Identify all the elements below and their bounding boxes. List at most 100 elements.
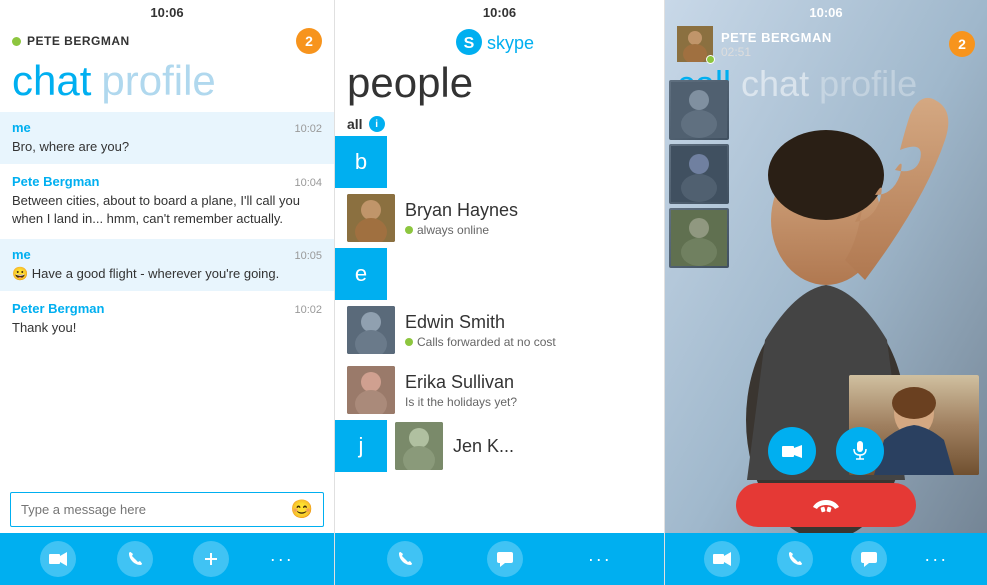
message-2: Pete Bergman 10:04 Between cities, about… [0, 166, 334, 236]
call-bottom-video[interactable] [704, 541, 740, 577]
call-bottom-chat[interactable] [851, 541, 887, 577]
message-input-row[interactable]: 😊 [10, 492, 324, 527]
messages-area: me 10:02 Bro, where are you? Pete Bergma… [0, 112, 334, 486]
call-online-dot [706, 55, 715, 64]
msg-time-1: 10:02 [294, 123, 322, 135]
msg-sender-2: Pete Bergman [12, 174, 99, 189]
contact-jen[interactable]: Jen K... [387, 420, 664, 472]
chat-time: 10:06 [150, 5, 183, 20]
edwin-name: Edwin Smith [405, 312, 652, 333]
erika-info: Erika Sullivan Is it the holidays yet? [405, 372, 652, 409]
add-contact-button[interactable] [193, 541, 229, 577]
bryan-status: always online [405, 223, 652, 237]
message-3: me 10:05 😀 Have a good flight - wherever… [0, 239, 334, 291]
nav-chat-label[interactable]: chat [741, 66, 809, 102]
call-bottom-bar: ··· [665, 533, 987, 585]
more-options[interactable]: ··· [270, 549, 294, 570]
svg-text:skype: skype [487, 33, 534, 53]
people-top-bar: S skype [335, 24, 664, 62]
people-panel: 10:06 S skype people all i b [335, 0, 665, 585]
people-bottom-bar: ··· [335, 533, 664, 585]
call-time: 10:06 [809, 5, 842, 20]
call-badge: 2 [949, 31, 975, 57]
letter-j: j [335, 420, 387, 472]
msg-text-2: Between cities, about to board a plane, … [12, 192, 322, 228]
edwin-status-dot [405, 338, 413, 346]
msg-time-3: 10:05 [294, 250, 322, 262]
msg-time-4: 10:02 [294, 304, 322, 316]
jen-avatar [395, 422, 443, 470]
call-contact-row: PETE BERGMAN 02:51 2 [665, 24, 987, 66]
call-contact-avatar [677, 26, 713, 62]
msg-text-1: Bro, where are you? [12, 138, 322, 156]
letter-b: b [335, 136, 387, 188]
all-label: all [347, 116, 363, 132]
phone-call-button[interactable] [117, 541, 153, 577]
msg-time-2: 10:04 [294, 177, 322, 189]
call-video-button[interactable] [768, 427, 816, 475]
jen-info: Jen K... [453, 436, 652, 457]
call-panel: 10:06 PETE BERGMAN 02:51 2 call chat pro… [665, 0, 987, 585]
call-sidebar-thumbnails [665, 80, 733, 268]
message-1: me 10:02 Bro, where are you? [0, 112, 334, 164]
message-input[interactable] [21, 502, 291, 517]
chat-status-bar: 10:06 [0, 0, 334, 24]
people-time: 10:06 [483, 5, 516, 20]
chat-panel: 10:06 PETE BERGMAN 2 chat profile me 10:… [0, 0, 335, 585]
letter-e: e [335, 248, 387, 300]
people-title-row: people [335, 62, 664, 112]
chat-title-word: chat [12, 60, 91, 102]
edwin-status: Calls forwarded at no cost [405, 335, 652, 349]
jen-name: Jen K... [453, 436, 652, 457]
all-section[interactable]: all i [335, 112, 664, 136]
bryan-info: Bryan Haynes always online [405, 200, 652, 237]
msg-text-3: 😀 Have a good flight - wherever you're g… [12, 265, 322, 283]
erika-name: Erika Sullivan [405, 372, 652, 393]
video-call-button[interactable] [40, 541, 76, 577]
bryan-name: Bryan Haynes [405, 200, 652, 221]
msg-text-4: Thank you! [12, 319, 322, 337]
notification-badge: 2 [296, 28, 322, 54]
skype-logo: S skype [455, 28, 545, 56]
contact-edwin[interactable]: Edwin Smith Calls forwarded at no cost [335, 300, 664, 360]
people-more-options[interactable]: ··· [588, 549, 612, 570]
call-duration: 02:51 [721, 45, 949, 59]
contact-bryan[interactable]: Bryan Haynes always online [335, 188, 664, 248]
sidebar-thumb-3[interactable] [669, 208, 729, 268]
end-call-button[interactable] [736, 483, 916, 527]
chat-top-bar: PETE BERGMAN 2 [0, 24, 334, 60]
message-4: Peter Bergman 10:02 Thank you! [0, 293, 334, 345]
people-title-word: people [347, 59, 473, 106]
msg-sender-4: Peter Bergman [12, 301, 104, 316]
sidebar-thumb-2[interactable] [669, 144, 729, 204]
call-controls [665, 427, 987, 533]
call-bottom-phone[interactable] [777, 541, 813, 577]
people-phone-button[interactable] [387, 541, 423, 577]
call-contact-info: PETE BERGMAN 02:51 [721, 30, 949, 59]
chat-contact-name: PETE BERGMAN [27, 34, 130, 48]
bryan-avatar [347, 194, 395, 242]
contact-erika[interactable]: Erika Sullivan Is it the holidays yet? [335, 360, 664, 420]
erika-status: Is it the holidays yet? [405, 395, 652, 409]
profile-title-word: profile [101, 60, 215, 102]
nav-profile-label[interactable]: profile [819, 66, 917, 102]
msg-sender-1: me [12, 120, 31, 135]
bryan-status-dot [405, 226, 413, 234]
edwin-avatar [347, 306, 395, 354]
svg-text:S: S [463, 35, 474, 52]
call-contact-name: PETE BERGMAN [721, 30, 949, 45]
call-mic-button[interactable] [836, 427, 884, 475]
sidebar-thumb-1[interactable] [669, 80, 729, 140]
msg-sender-3: me [12, 247, 31, 262]
call-more-options[interactable]: ··· [924, 549, 948, 570]
call-secondary-buttons [768, 427, 884, 475]
emoji-icon[interactable]: 😊 [291, 499, 313, 520]
call-status-bar: 10:06 [665, 0, 987, 24]
chat-bottom-bar: ··· [0, 533, 334, 585]
info-icon: i [369, 116, 385, 132]
people-status-bar: 10:06 [335, 0, 664, 24]
people-chat-button[interactable] [487, 541, 523, 577]
online-indicator [12, 37, 21, 46]
edwin-info: Edwin Smith Calls forwarded at no cost [405, 312, 652, 349]
contacts-list: b Bryan Haynes always online e [335, 136, 664, 533]
